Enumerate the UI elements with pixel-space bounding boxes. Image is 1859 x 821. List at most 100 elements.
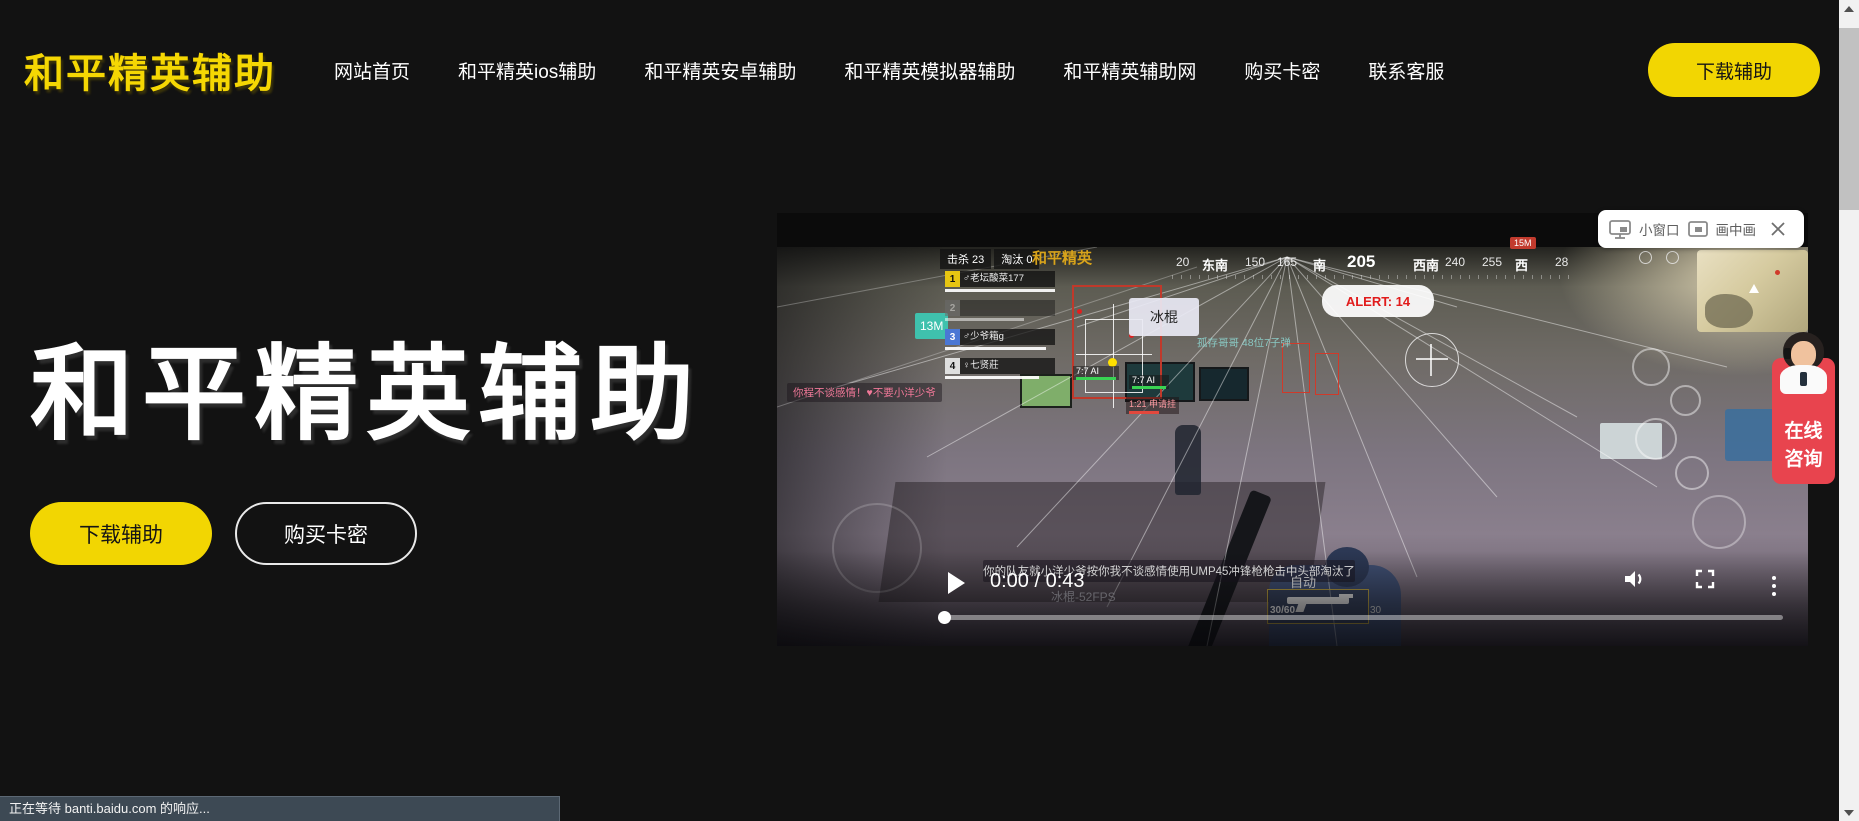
teammate-health <box>945 318 1024 322</box>
gameplay-video[interactable]: 击杀 23 淘汰 0 和平精英 20 东南 150 165 南 205 西南 2… <box>777 213 1808 646</box>
scrollbar[interactable] <box>1839 0 1859 821</box>
center-info-text: 孤存哥哥 48位7子弹 <box>1197 335 1291 350</box>
video-float-toolbar: 小窗口 画中画 <box>1598 210 1804 248</box>
emote-icon <box>1639 251 1652 264</box>
teammate-health <box>945 347 1046 351</box>
compass-w: 西 <box>1515 255 1528 274</box>
header-download-button[interactable]: 下载辅助 <box>1648 43 1820 97</box>
play-icon[interactable] <box>948 572 965 594</box>
teammate-row: 2 <box>945 300 1055 321</box>
hud-button <box>1632 348 1670 386</box>
compass-tick: 165 <box>1277 255 1297 269</box>
service-agent-avatar <box>1780 332 1827 394</box>
compass-ticks <box>1172 275 1572 279</box>
browser-status-bar: 正在等待 banti.baidu.com 的响应... <box>0 796 560 821</box>
arrow-down-icon <box>1844 810 1854 816</box>
consult-line2: 咨询 <box>1772 446 1835 474</box>
esp-enemy-box <box>1315 353 1339 395</box>
scrollbar-thumb[interactable] <box>1839 28 1859 210</box>
scroll-down-button[interactable] <box>1839 804 1859 821</box>
nav-item-buy-card[interactable]: 购买卡密 <box>1244 57 1320 84</box>
nav-item-android[interactable]: 和平精英安卓辅助 <box>644 57 796 84</box>
compass-heading: 205 <box>1347 252 1375 272</box>
hero-title: 和平精英辅助 <box>30 338 702 452</box>
enemy-name-tag: 1:21 申请挂 <box>1126 397 1179 414</box>
game-top-icons <box>1639 251 1679 264</box>
nav-item-ios[interactable]: 和平精英ios辅助 <box>458 57 596 84</box>
teammate-rank: 2 <box>945 300 960 316</box>
hero-download-button[interactable]: 下载辅助 <box>30 502 212 565</box>
enemy-health-tag: 7:7 AI <box>1073 366 1119 380</box>
small-window-label[interactable]: 小窗口 <box>1639 219 1680 239</box>
small-window-icon[interactable] <box>1608 219 1632 239</box>
minimap-terrain <box>1705 294 1753 328</box>
hud-button <box>1635 418 1677 460</box>
teammate-rank: 4 <box>945 358 960 374</box>
top-navbar: 和平精英辅助 网站首页 和平精英ios辅助 和平精英安卓辅助 和平精英模拟器辅助… <box>0 0 1839 140</box>
teammate-name: ♂少爷箱g <box>960 329 1055 345</box>
site-logo[interactable]: 和平精英辅助 <box>24 41 276 99</box>
main-nav: 网站首页 和平精英ios辅助 和平精英安卓辅助 和平精英模拟器辅助 和平精英辅助… <box>334 57 1444 84</box>
settings-gear-icon <box>1666 251 1679 264</box>
cheat-alert-text: ALERT: 14 <box>1346 294 1410 309</box>
volume-icon[interactable] <box>1622 567 1648 596</box>
pip-icon[interactable] <box>1687 220 1709 238</box>
video-progress-bar[interactable] <box>942 615 1783 620</box>
compass-sw: 西南 <box>1413 255 1439 274</box>
teammate-list: 1 ♂老坛酸菜177 2 3 ♂少爷箱g <box>945 271 1055 387</box>
compass-se: 东南 <box>1202 255 1228 274</box>
teammate-rank: 1 <box>945 271 960 287</box>
teammate-row: 3 ♂少爷箱g <box>945 329 1055 350</box>
online-consult-widget[interactable]: 在线 咨询 <box>1772 358 1835 484</box>
enemy-health-tag: 7:7 AI <box>1129 375 1169 389</box>
crosshair-icon <box>1405 333 1459 387</box>
compass-tick: 240 <box>1445 255 1465 269</box>
esp-label-box: 冰棍 <box>1129 298 1199 336</box>
compass-tick: 20 <box>1176 255 1189 269</box>
teammate-health <box>945 376 1039 380</box>
teammate-name: ♀七贤莊 <box>960 358 1055 374</box>
cheat-alert-box: ALERT: 14 <box>1322 285 1434 317</box>
teammate-name <box>960 300 1055 316</box>
hero-buttons: 下载辅助 购买卡密 <box>30 502 417 565</box>
left-chat-overlay: 你程不谈感情！♥不要小洋少爷 <box>787 383 942 402</box>
nav-item-emulator[interactable]: 和平精英模拟器辅助 <box>844 57 1015 84</box>
overflow-menu-icon[interactable] <box>1770 574 1779 599</box>
close-icon[interactable] <box>1769 220 1787 238</box>
consult-line1: 在线 <box>1772 418 1835 446</box>
compass-tick: 150 <box>1245 255 1265 269</box>
hud-button <box>1675 456 1709 490</box>
arrow-up-icon <box>1844 6 1854 12</box>
scroll-up-button[interactable] <box>1839 0 1859 17</box>
nav-item-home[interactable]: 网站首页 <box>334 57 410 84</box>
minimap <box>1697 250 1808 332</box>
esp-dot <box>1077 309 1082 314</box>
fullscreen-icon[interactable] <box>1694 568 1716 595</box>
teammate-row: 4 ♀七贤莊 <box>945 358 1055 379</box>
teammate-distance-badge: 13M <box>915 313 948 339</box>
video-time: 0:00 / 0:43 <box>990 570 1085 593</box>
minimap-enemy-dot <box>1775 270 1780 275</box>
teammate-health <box>945 289 1055 293</box>
headset-icon <box>1784 348 1791 359</box>
compass-tick: 28 <box>1555 255 1568 269</box>
esp-enemy-box <box>1282 343 1310 393</box>
compass-s: 南 <box>1313 255 1326 274</box>
teammate-rank: 3 <box>945 329 960 345</box>
teammate-name: ♂老坛酸菜177 <box>960 271 1055 287</box>
hud-button <box>1670 385 1701 416</box>
avatar-face <box>1791 341 1816 368</box>
nav-item-network[interactable]: 和平精英辅助网 <box>1063 57 1196 84</box>
fire-button <box>1692 495 1746 549</box>
avatar-tie <box>1800 372 1807 386</box>
compass-tick: 255 <box>1482 255 1502 269</box>
consult-label: 在线 咨询 <box>1772 418 1835 474</box>
teammate-row: 1 ♂老坛酸菜177 <box>945 271 1055 292</box>
progress-handle[interactable] <box>938 611 951 624</box>
compass-distance-badge: 15M <box>1510 237 1536 249</box>
page: 和平精英辅助 网站首页 和平精英ios辅助 和平精英安卓辅助 和平精英模拟器辅助… <box>0 0 1859 821</box>
hero-buy-card-button[interactable]: 购买卡密 <box>235 502 417 565</box>
minimap-player-marker <box>1749 284 1759 293</box>
pip-label[interactable]: 画中画 <box>1716 219 1757 239</box>
nav-item-contact[interactable]: 联系客服 <box>1368 57 1444 84</box>
